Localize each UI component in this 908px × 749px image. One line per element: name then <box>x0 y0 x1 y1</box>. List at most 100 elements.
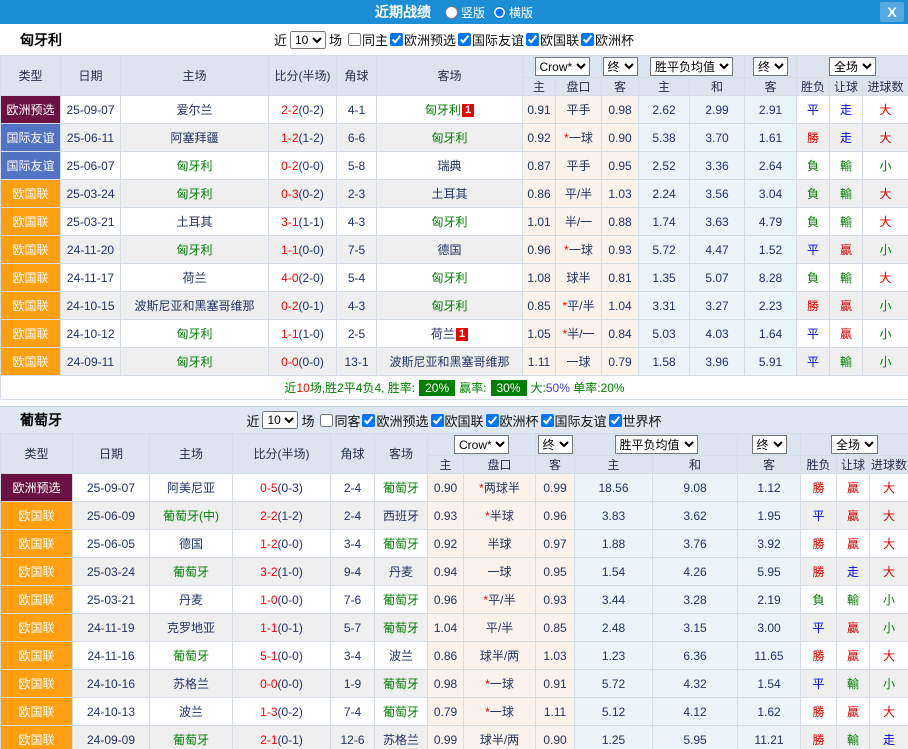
handicap-home-odds: 1.08 <box>523 264 556 292</box>
handicap-line: 半/一 <box>556 208 602 236</box>
near-label: 近 <box>246 411 259 430</box>
avg-lose-odds: 1.64 <box>745 320 797 348</box>
avg-odds-select[interactable]: 胜平负均值 <box>615 435 698 454</box>
competition-badge: 欧国联 <box>1 586 73 614</box>
competition-badge: 欧国联 <box>1 320 61 348</box>
away-team: 葡萄牙 <box>375 586 428 614</box>
match-row: 国际友谊25-06-07匈牙利0-2(0-0)5-8瑞典0.87平手0.952.… <box>1 152 908 180</box>
final-select-2[interactable]: 终 <box>752 435 787 454</box>
result-handicap: 輸 <box>830 348 863 376</box>
league-checkbox[interactable]: 国际友谊 <box>458 30 524 49</box>
star-mark: * <box>485 677 490 691</box>
col-avg-lose: 客 <box>745 78 797 96</box>
corners-cell: 9-4 <box>331 558 375 586</box>
match-row: 欧国联24-10-12匈牙利1-1(1-0)2-5荷兰11.05*半/一0.84… <box>1 320 908 348</box>
same-venue-checkbox[interactable]: 同主 <box>348 30 388 49</box>
avg-win-odds: 3.44 <box>575 586 653 614</box>
handicap-line: *一球 <box>464 698 536 726</box>
match-row: 欧国联24-09-09葡萄牙2-1(0-1)12-6苏格兰0.99球半/两0.9… <box>1 726 908 749</box>
match-date: 25-09-07 <box>73 474 150 502</box>
league-checkbox[interactable]: 欧洲杯 <box>581 30 634 49</box>
match-date: 25-03-21 <box>61 208 121 236</box>
league-checkbox-input[interactable] <box>390 33 403 46</box>
league-checkbox-input[interactable] <box>431 414 444 427</box>
league-checkbox-input[interactable] <box>362 414 375 427</box>
league-checkbox-input[interactable] <box>541 414 554 427</box>
league-checkbox-input[interactable] <box>458 33 471 46</box>
league-checkbox-input[interactable] <box>581 33 594 46</box>
handicap-line: *半/一 <box>556 320 602 348</box>
avg-draw-odds: 4.03 <box>690 320 745 348</box>
horizontal-radio[interactable] <box>493 6 506 19</box>
avg-win-odds: 5.72 <box>575 670 653 698</box>
avg-draw-odds: 6.36 <box>653 642 738 670</box>
layout-radio-vertical[interactable]: 竖版 <box>445 4 485 21</box>
summary-segment: 场,胜2平4负4, 胜率: <box>310 381 415 395</box>
league-checkbox[interactable]: 欧洲杯 <box>486 411 539 430</box>
league-checkbox-input[interactable] <box>609 414 622 427</box>
competition-badge: 欧洲预选 <box>1 474 73 502</box>
league-checkbox[interactable]: 欧国联 <box>431 411 484 430</box>
away-team: 葡萄牙 <box>375 670 428 698</box>
avg-win-odds: 1.74 <box>639 208 690 236</box>
avg-win-odds: 1.23 <box>575 642 653 670</box>
avg-lose-odds: 2.91 <box>745 96 797 124</box>
handicap-line: 平/半 <box>556 180 602 208</box>
same-venue-input[interactable] <box>348 33 361 46</box>
score-cell: 1-1(0-0) <box>269 236 337 264</box>
home-team: 匈牙利 <box>121 320 269 348</box>
vertical-radio-label: 竖版 <box>461 4 485 21</box>
col-away: 客场 <box>375 434 428 474</box>
col-home: 主场 <box>121 56 269 96</box>
corners-cell: 3-4 <box>331 642 375 670</box>
league-checkbox[interactable]: 国际友谊 <box>541 411 607 430</box>
final-select[interactable]: 终 <box>538 435 573 454</box>
league-checkbox[interactable]: 世界杯 <box>609 411 662 430</box>
fulltime-select[interactable]: 全场 <box>829 57 876 76</box>
result-goals: 大 <box>870 558 908 586</box>
avg-odds-select[interactable]: 胜平负均值 <box>650 57 733 76</box>
recent-count-select[interactable]: 10 <box>262 411 298 429</box>
close-icon[interactable]: X <box>880 2 904 22</box>
avg-draw-odds: 4.47 <box>690 236 745 264</box>
handicap-away-odds: 0.88 <box>602 208 639 236</box>
vertical-radio[interactable] <box>445 6 458 19</box>
odds-source-select[interactable]: Crow* <box>454 435 509 454</box>
final-select[interactable]: 终 <box>603 57 638 76</box>
league-checkbox-input[interactable] <box>526 33 539 46</box>
avg-lose-odds: 5.91 <box>745 348 797 376</box>
avg-win-odds: 1.88 <box>575 530 653 558</box>
col-date: 日期 <box>61 56 121 96</box>
handicap-home-odds: 0.85 <box>523 292 556 320</box>
match-row: 欧国联24-09-11匈牙利0-0(0-0)13-1波斯尼亚和黑塞哥维那1.11… <box>1 348 908 376</box>
result-goals: 小 <box>870 586 908 614</box>
final-select-2[interactable]: 终 <box>753 57 788 76</box>
same-venue-input[interactable] <box>320 414 333 427</box>
corners-cell: 12-6 <box>331 726 375 749</box>
avg-win-odds: 3.83 <box>575 502 653 530</box>
avg-draw-odds: 3.15 <box>653 614 738 642</box>
result-goals: 大 <box>863 264 908 292</box>
result-goals: 大 <box>863 180 908 208</box>
league-checkbox-input[interactable] <box>486 414 499 427</box>
same-venue-checkbox[interactable]: 同客 <box>320 411 360 430</box>
handicap-away-odds: 1.11 <box>536 698 575 726</box>
corners-cell: 5-4 <box>337 264 377 292</box>
fulltime-select[interactable]: 全场 <box>831 435 878 454</box>
match-date: 25-06-09 <box>73 502 150 530</box>
star-mark: * <box>562 327 567 341</box>
away-team: 波兰 <box>375 642 428 670</box>
layout-radio-horizontal[interactable]: 横版 <box>493 4 533 21</box>
league-checkbox[interactable]: 欧洲预选 <box>390 30 456 49</box>
handicap-home-odds: 1.04 <box>428 614 464 642</box>
score-cell: 1-0(0-0) <box>233 586 331 614</box>
competition-badge: 国际友谊 <box>1 152 61 180</box>
league-checkbox[interactable]: 欧国联 <box>526 30 579 49</box>
handicap-line: *一球 <box>464 670 536 698</box>
league-checkbox[interactable]: 欧洲预选 <box>362 411 428 430</box>
avg-lose-odds: 2.64 <box>745 152 797 180</box>
odds-source-select[interactable]: Crow* <box>535 57 590 76</box>
recent-count-select[interactable]: 10 <box>290 31 326 49</box>
handicap-line: *两球半 <box>464 474 536 502</box>
result-handicap: 輸 <box>830 208 863 236</box>
